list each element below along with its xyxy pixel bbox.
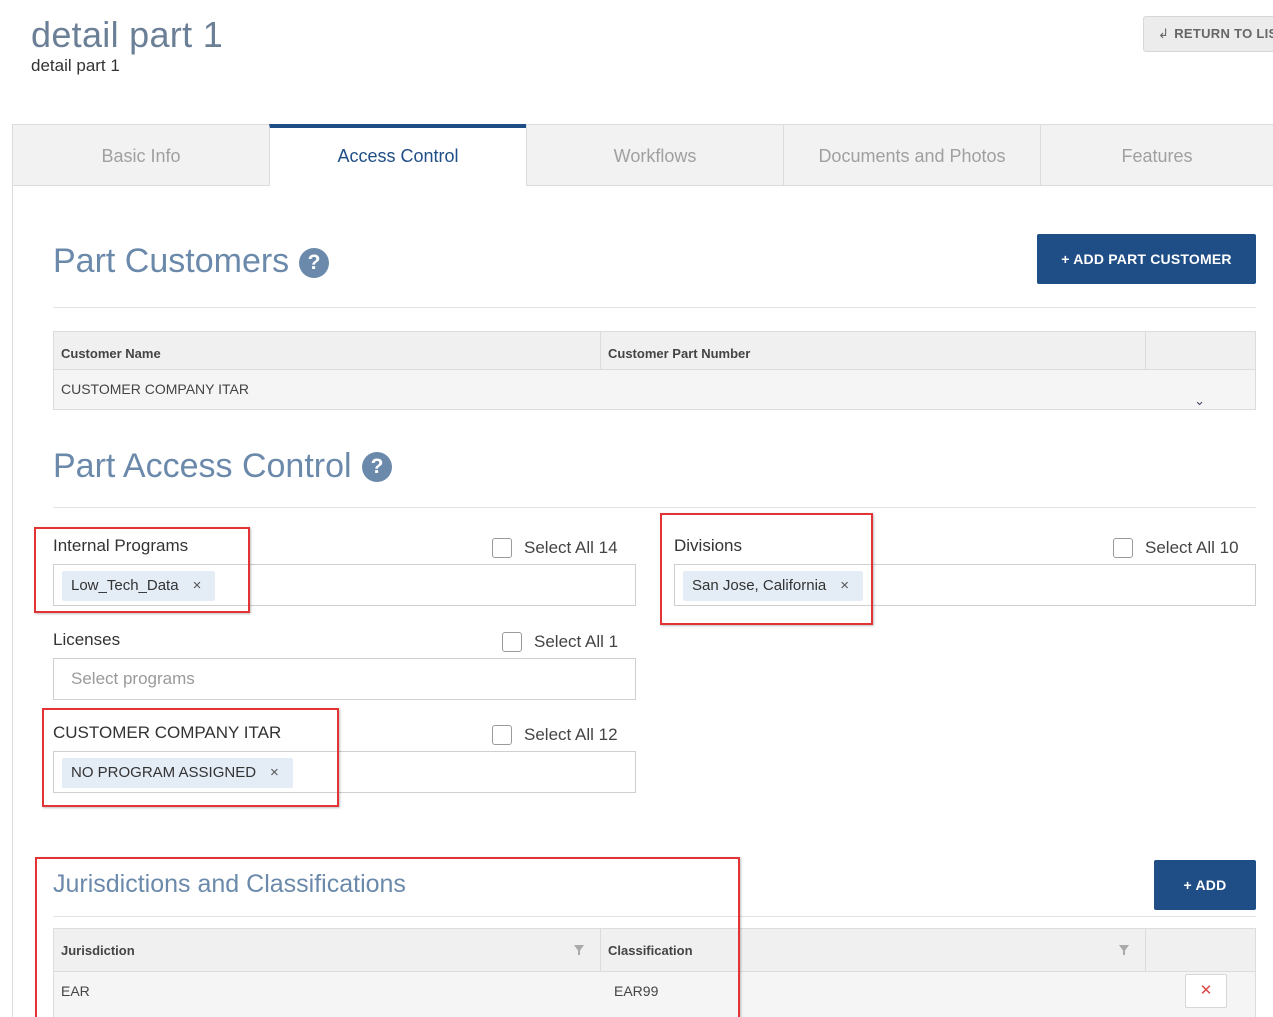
customer-itar-label: CUSTOMER COMPANY ITAR: [53, 723, 282, 742]
filter-icon[interactable]: [574, 945, 584, 955]
part-customers-title: Part Customers: [53, 242, 290, 280]
customer-itar-select-all[interactable]: Select All 12: [492, 725, 618, 745]
add-jurisdiction-button[interactable]: + ADD: [1154, 860, 1256, 910]
row-actions-cell: ⌄: [1146, 370, 1255, 409]
chevron-down-icon[interactable]: ⌄: [1194, 381, 1205, 420]
page-subtitle: detail part 1: [31, 56, 120, 75]
customer-part-number-cell: [601, 370, 1146, 409]
part-access-control-help-icon[interactable]: ?: [362, 452, 392, 482]
internal-programs-select-all-label: Select All 14: [524, 538, 618, 557]
grid-header: Customer Name Customer Part Number: [54, 332, 1255, 370]
column-header-customer-part-number[interactable]: Customer Part Number: [601, 332, 1146, 369]
customer-name-cell: CUSTOMER COMPANY ITAR: [61, 381, 249, 397]
filter-icon[interactable]: [1119, 945, 1129, 955]
tab-bar: Basic Info Access Control Workflows Docu…: [12, 124, 1273, 186]
column-header-customer-name[interactable]: Customer Name: [54, 332, 601, 369]
chip-remove-icon[interactable]: ×: [270, 764, 279, 781]
jurisdiction-cell: EAR: [61, 983, 90, 999]
delete-row-button[interactable]: ✕: [1185, 974, 1227, 1008]
divider: [53, 507, 1256, 508]
licenses-select-all[interactable]: Select All 1: [502, 632, 618, 652]
division-chip: San Jose, California ×: [683, 571, 864, 601]
customer-itar-multiselect[interactable]: NO PROGRAM ASSIGNED ×: [53, 751, 636, 793]
program-chip: Low_Tech_Data ×: [62, 571, 216, 601]
tab-features[interactable]: Features: [1040, 124, 1273, 186]
divisions-select-all[interactable]: Select All 10: [1113, 538, 1239, 558]
jurisdictions-title: Jurisdictions and Classifications: [53, 870, 406, 898]
internal-programs-label: Internal Programs: [53, 536, 189, 555]
part-access-control-title: Part Access Control: [53, 447, 352, 485]
divisions-label: Divisions: [674, 536, 743, 555]
column-header-actions: [1146, 332, 1255, 369]
jurisdictions-grid: Jurisdiction Classification EAR EAR99: [53, 928, 1256, 1017]
customer-itar-select-all-label: Select All 12: [524, 725, 618, 744]
column-header-classification[interactable]: Classification: [601, 929, 1146, 971]
licenses-select-all-label: Select All 1: [534, 632, 619, 651]
internal-programs-select-all-checkbox[interactable]: [492, 538, 512, 558]
column-header-actions: [1146, 929, 1255, 971]
licenses-select-all-checkbox[interactable]: [502, 632, 522, 652]
column-header-classification-label: Classification: [608, 943, 693, 958]
close-icon: ✕: [1199, 982, 1213, 999]
classification-cell: EAR99: [614, 983, 659, 999]
table-row[interactable]: CUSTOMER COMPANY ITAR ⌄: [54, 370, 1255, 409]
licenses-placeholder: Select programs: [71, 669, 195, 688]
divisions-select-all-label: Select All 10: [1145, 538, 1239, 557]
table-row[interactable]: EAR EAR99: [54, 972, 1255, 1012]
tab-workflows[interactable]: Workflows: [526, 124, 783, 186]
part-customers-grid: Customer Name Customer Part Number CUSTO…: [53, 331, 1256, 410]
divider: [53, 916, 1256, 917]
column-header-jurisdiction-label: Jurisdiction: [61, 943, 135, 958]
divider: [53, 307, 1256, 308]
return-to-list-label: RETURN TO LIS: [1174, 26, 1273, 41]
tab-basic-info[interactable]: Basic Info: [12, 124, 269, 186]
page-title: detail part 1: [31, 14, 224, 55]
customer-program-chip: NO PROGRAM ASSIGNED ×: [62, 758, 293, 788]
chip-label: NO PROGRAM ASSIGNED: [71, 764, 257, 781]
licenses-multiselect[interactable]: Select programs: [53, 658, 636, 700]
chip-remove-icon[interactable]: ×: [840, 577, 849, 594]
grid-header: Jurisdiction Classification: [54, 929, 1255, 972]
chip-label: San Jose, California: [692, 577, 827, 594]
internal-programs-multiselect[interactable]: Low_Tech_Data ×: [53, 564, 636, 606]
tab-documents-and-photos[interactable]: Documents and Photos: [783, 124, 1040, 186]
add-part-customer-button[interactable]: + ADD PART CUSTOMER: [1037, 234, 1256, 284]
licenses-label: Licenses: [53, 630, 121, 649]
return-icon: ↲: [1158, 26, 1170, 41]
tab-access-control[interactable]: Access Control: [269, 124, 526, 186]
internal-programs-select-all[interactable]: Select All 14: [492, 538, 618, 558]
divisions-multiselect[interactable]: San Jose, California ×: [674, 564, 1256, 606]
column-header-jurisdiction[interactable]: Jurisdiction: [54, 929, 601, 971]
divisions-select-all-checkbox[interactable]: [1113, 538, 1133, 558]
chip-remove-icon[interactable]: ×: [193, 577, 202, 594]
chip-label: Low_Tech_Data: [71, 577, 179, 594]
part-customers-help-icon[interactable]: ?: [299, 248, 329, 278]
customer-itar-select-all-checkbox[interactable]: [492, 725, 512, 745]
return-to-list-button[interactable]: ↲ RETURN TO LIS: [1143, 16, 1273, 52]
